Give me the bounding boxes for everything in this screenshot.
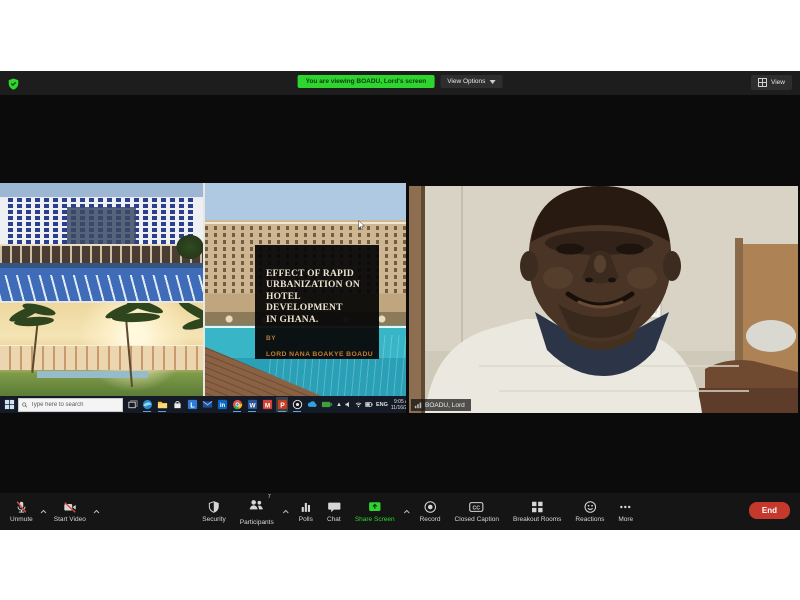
svg-text:P: P [280,402,285,409]
tray-chevron-icon[interactable]: ▲ [336,402,342,408]
search-input[interactable] [30,402,119,408]
svg-text:L: L [190,400,195,409]
svg-text:in: in [219,403,225,409]
gmail-icon[interactable]: M [261,397,273,412]
view-button-label: View [771,79,785,86]
slide-author: LORD NANA BOAKYE BOADU [266,351,368,358]
encryption-shield-icon[interactable] [8,77,19,95]
participants-button[interactable]: 7 Participants [234,495,280,529]
slide-byline: BY [266,335,368,342]
linkedin-icon[interactable]: in [216,397,228,412]
view-grid-icon [758,78,767,87]
mail-icon[interactable] [201,397,213,412]
end-meeting-button[interactable]: End [749,502,790,519]
chat-button[interactable]: Chat [321,497,347,526]
wifi-icon[interactable] [355,401,362,408]
taskbar-search[interactable] [18,398,123,412]
view-options-label: View Options [447,78,485,85]
viewing-screen-badge: You are viewing BOADU, Lord's screen [298,75,435,88]
battery-indicator-icon[interactable] [321,397,333,412]
onedrive-icon[interactable] [306,397,318,412]
volume-icon[interactable] [345,401,352,408]
windows-taskbar: L in W M P [0,396,406,413]
more-icon [619,500,633,514]
tray-battery-icon[interactable] [365,401,373,408]
meeting-stage: EFFECT OF RAPID URBANIZATION ON HOTEL DE… [0,95,800,493]
search-icon [22,402,27,408]
slide-title-box: EFFECT OF RAPID URBANIZATION ON HOTEL DE… [255,245,379,359]
closed-caption-button[interactable]: CC Closed Caption [449,497,505,526]
svg-text:M: M [264,402,269,409]
word-icon[interactable]: W [246,397,258,412]
participant-video-scene [409,186,798,413]
task-view-icon[interactable] [126,397,138,412]
audio-status-icon [414,401,422,409]
reactions-button[interactable]: Reactions [569,497,610,526]
view-options-button[interactable]: View Options [440,75,502,88]
svg-text:W: W [249,402,256,409]
shared-screen-tile: EFFECT OF RAPID URBANIZATION ON HOTEL DE… [0,183,406,413]
powerpoint-icon[interactable]: P [276,397,288,412]
taskbar-clock[interactable]: 9:05 AM 11/16/2020 [391,399,406,411]
breakout-rooms-button[interactable]: Breakout Rooms [507,497,567,526]
video-options-chevron[interactable] [92,502,101,522]
unmute-button[interactable]: Unmute [4,497,39,526]
participants-count-badge: 7 [268,494,271,500]
door-frame-left [409,186,423,413]
meeting-toolbar: Unmute Start Video [0,493,800,530]
zoom-meeting-window: You are viewing BOADU, Lord's screen Vie… [0,71,800,530]
participants-icon [249,498,265,512]
presentation-slide: EFFECT OF RAPID URBANIZATION ON HOTEL DE… [0,183,406,413]
file-explorer-icon[interactable] [156,397,168,412]
svg-text:CC: CC [473,505,481,511]
record-button[interactable]: Record [414,497,447,526]
view-button[interactable]: View [751,75,792,90]
l-app-icon[interactable]: L [186,397,198,412]
shield-icon [208,500,221,514]
edge-icon[interactable] [141,397,153,412]
share-screen-icon [367,500,382,514]
security-button[interactable]: Security [196,497,231,526]
reactions-icon [583,500,597,514]
hotel-photo-tower-pool [0,183,203,301]
chrome-icon[interactable] [231,397,243,412]
slide-title: EFFECT OF RAPID URBANIZATION ON HOTEL DE… [266,269,368,326]
chat-icon [327,500,341,514]
share-options-chevron[interactable] [403,502,412,522]
polls-button[interactable]: Polls [293,497,319,526]
participant-name-label: BOADU, Lord [411,399,471,411]
share-screen-button[interactable]: Share Screen [349,497,401,526]
camera-muted-icon [62,500,78,514]
breakout-rooms-icon [530,500,544,514]
participants-options-chevron[interactable] [282,502,291,522]
language-indicator[interactable]: ENG [376,402,388,408]
system-tray: ▲ ENG 9:05 AM 11/16/2020 [336,399,406,411]
clock-time: 9:05 AM [391,399,406,405]
clock-date: 11/16/2020 [391,405,406,411]
mouse-cursor [358,217,365,235]
start-video-button[interactable]: Start Video [48,497,92,526]
record-icon [423,500,437,514]
store-icon[interactable] [171,397,183,412]
closed-caption-icon: CC [469,500,485,514]
chevron-down-icon [489,80,495,84]
meeting-topbar: You are viewing BOADU, Lord's screen Vie… [0,71,800,95]
start-button-icon[interactable] [3,397,15,412]
audio-options-chevron[interactable] [39,502,48,522]
participant-video-tile: BOADU, Lord [409,186,798,413]
more-button[interactable]: More [612,497,639,526]
settings-app-icon[interactable] [291,397,303,412]
polls-icon [299,500,312,514]
mic-muted-icon [14,500,29,514]
